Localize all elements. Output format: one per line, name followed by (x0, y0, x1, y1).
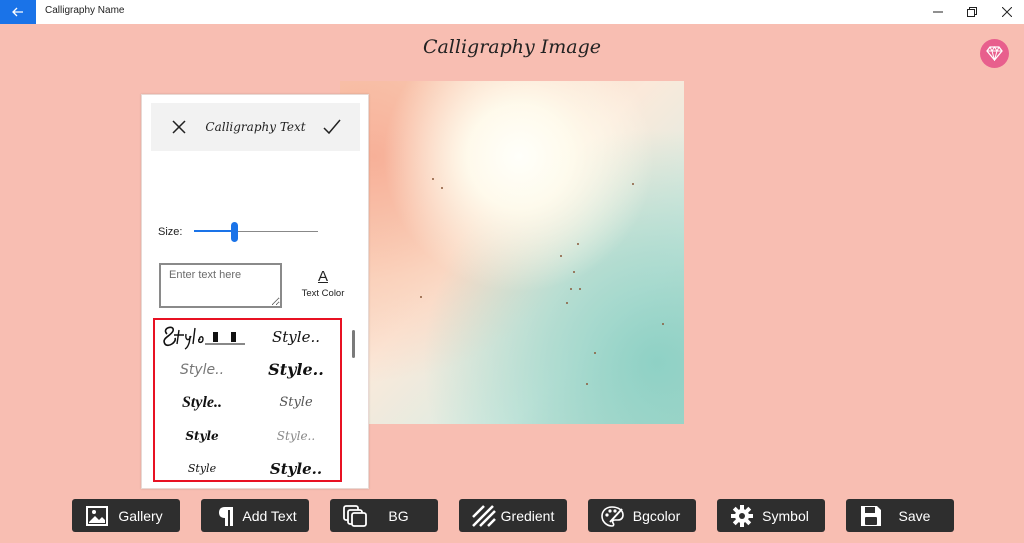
style-option-5[interactable]: Style.. (155, 386, 249, 419)
add-text-label: Add Text (242, 507, 297, 524)
back-button[interactable] (0, 0, 36, 24)
gear-icon (728, 503, 756, 529)
text-input[interactable] (159, 263, 282, 308)
style-sample: Style.. (272, 327, 320, 346)
slider-thumb[interactable] (231, 222, 238, 242)
bgcolor-label: Bgcolor (632, 507, 681, 524)
paragraph-icon (212, 503, 240, 529)
minimize-button[interactable] (920, 0, 956, 24)
calligraphy-style-1 (163, 326, 245, 350)
palette-icon (599, 503, 627, 529)
gallery-label: Gallery (118, 507, 163, 524)
symbol-button[interactable]: Symbol (717, 499, 825, 532)
bgcolor-button[interactable]: Bgcolor (588, 499, 696, 532)
gradient-label: Gredient (500, 507, 555, 524)
style-sample: Style (187, 462, 217, 475)
layers-icon (341, 503, 369, 529)
gradient-icon (470, 503, 498, 529)
style-option-10[interactable]: Style.. (249, 452, 340, 480)
app-title: Calligraphy Name (45, 5, 125, 16)
premium-button[interactable] (980, 39, 1009, 68)
style-option-6[interactable]: Style (249, 386, 340, 419)
add-text-button[interactable]: Add Text (201, 499, 309, 532)
save-button[interactable]: Save (846, 499, 954, 532)
close-window-button[interactable] (989, 0, 1024, 24)
gallery-button[interactable]: Gallery (72, 499, 180, 532)
style-sample: Style.. (269, 459, 323, 478)
size-slider[interactable] (194, 221, 318, 243)
style-sample: Style.. (276, 428, 316, 443)
style-sample: Style.. (182, 393, 222, 411)
canvas-image[interactable] (340, 81, 684, 424)
gradient-button[interactable]: Gredient (459, 499, 567, 532)
style-option-8[interactable]: Style.. (249, 419, 340, 452)
image-icon (83, 503, 111, 529)
calligraphy-text-panel: Calligraphy Text Size: A Text Color Styl… (141, 94, 369, 489)
symbol-label: Symbol (762, 507, 809, 524)
save-label: Save (898, 507, 931, 524)
style-sample: Style.. (179, 361, 225, 378)
style-list-scrollbar[interactable] (352, 330, 355, 358)
back-arrow-icon (12, 7, 23, 17)
text-color-label: Text Color (301, 288, 345, 299)
text-color-button[interactable]: A Text Color (294, 268, 352, 299)
maximize-button[interactable] (954, 0, 990, 24)
style-option-4[interactable]: Style.. (249, 353, 340, 386)
panel-header: Calligraphy Text (151, 103, 360, 151)
bg-label: BG (388, 507, 409, 524)
style-sample: Style (185, 428, 219, 443)
diamond-icon (986, 46, 1003, 61)
style-option-1[interactable] (155, 320, 249, 353)
panel-confirm-button[interactable] (321, 116, 343, 138)
style-option-2[interactable]: Style.. (249, 320, 340, 353)
style-sample: Style.. (268, 360, 324, 379)
style-sample: Style (279, 395, 313, 410)
minimize-icon (933, 11, 943, 13)
text-color-icon: A (317, 268, 328, 285)
style-grid: Style.. Style.. Style.. Style.. Style St… (153, 318, 342, 482)
restore-icon (967, 7, 977, 17)
page-title: Calligraphy Image (422, 36, 602, 58)
size-label: Size: (158, 226, 183, 238)
checkmark-icon (323, 119, 341, 135)
style-option-3[interactable]: Style.. (155, 353, 249, 386)
save-icon (857, 503, 885, 529)
style-option-7[interactable]: Style (155, 419, 249, 452)
style-option-9[interactable]: Style (155, 452, 249, 480)
slider-fill (194, 230, 231, 232)
close-icon (1002, 7, 1012, 17)
title-bar: Calligraphy Name (0, 0, 1024, 24)
bg-button[interactable]: BG (330, 499, 438, 532)
